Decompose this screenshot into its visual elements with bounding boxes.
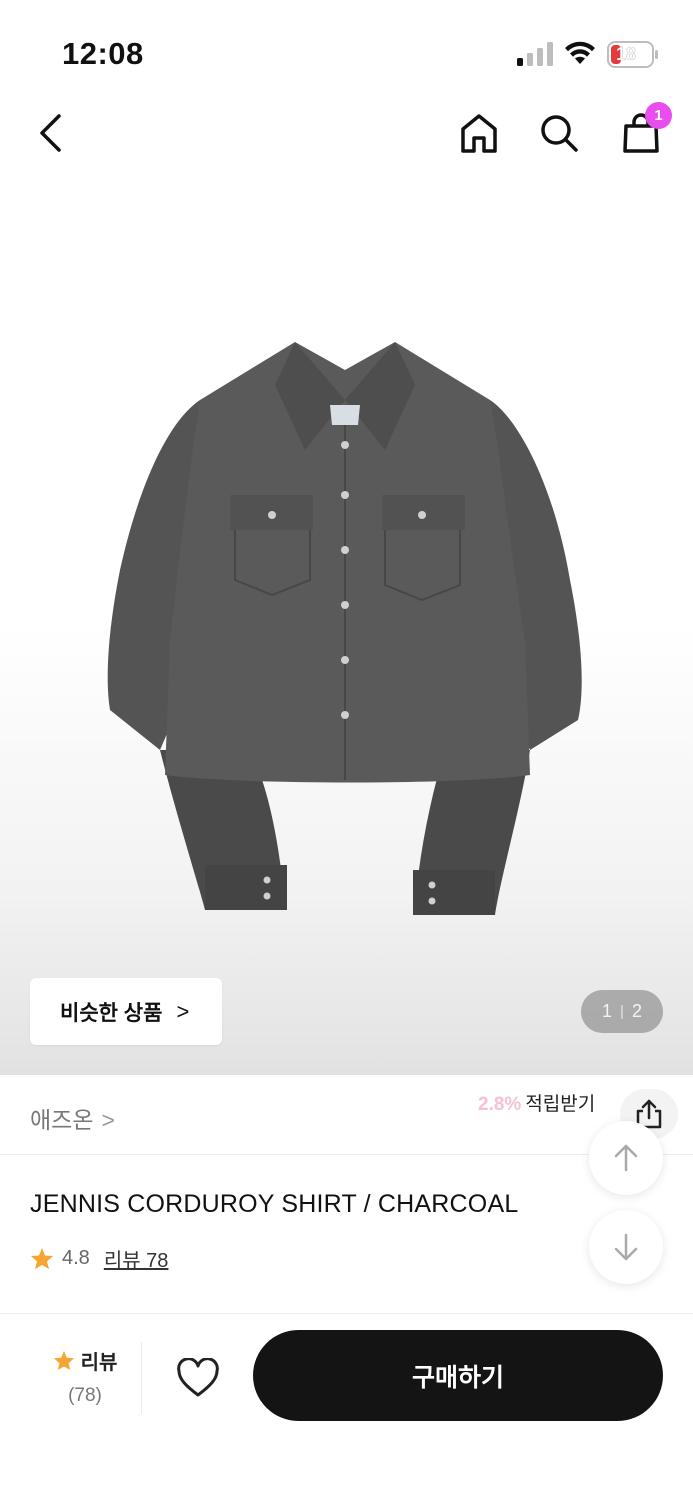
page-separator: |	[620, 1003, 624, 1020]
search-icon	[541, 115, 578, 152]
scroll-down-button[interactable]	[589, 1210, 663, 1284]
product-title: JENNIS CORDUROY SHIRT / CHARCOAL	[30, 1190, 519, 1218]
similar-products-label: 비슷한 상품	[60, 1001, 163, 1025]
review-tab-button[interactable]: 리뷰 (78)	[30, 1346, 140, 1426]
battery-level: 18	[616, 44, 637, 64]
point-percent: 2.8%	[478, 1094, 522, 1115]
star-icon	[31, 1248, 53, 1269]
brand-link[interactable]: 애즈온 >	[30, 1101, 115, 1135]
cellular-signal-icon	[517, 42, 553, 66]
bottom-action-bar: 리뷰 (78) 구매하기	[0, 1314, 693, 1500]
arrow-up-icon	[614, 1144, 638, 1172]
rating-row: 4.8 리뷰 78	[30, 1244, 168, 1273]
battery-indicator: 18	[607, 41, 659, 68]
similar-products-button[interactable]: 비슷한 상품 >	[30, 978, 222, 1045]
product-image-gallery[interactable]: 비슷한 상품 > 1 | 2	[0, 170, 693, 1075]
chevron-right-icon: >	[176, 998, 190, 1024]
scroll-up-button[interactable]	[589, 1121, 663, 1195]
image-page-indicator: 1 | 2	[581, 990, 663, 1033]
current-page: 1	[602, 1001, 613, 1021]
cart-button[interactable]: 1	[616, 102, 672, 158]
buy-button[interactable]: 구매하기	[253, 1330, 663, 1421]
brand-name: 애즈온	[30, 1107, 94, 1133]
point-label: 적립받기	[525, 1094, 596, 1115]
rating-value: 4.8	[62, 1247, 90, 1269]
back-button[interactable]	[28, 108, 72, 158]
wifi-icon	[565, 41, 595, 64]
star-icon	[53, 1350, 74, 1371]
search-button[interactable]	[535, 108, 583, 158]
heart-icon	[177, 1358, 219, 1397]
chevron-right-icon: >	[101, 1107, 115, 1133]
charcoal-corduroy-shirt-image	[107, 342, 582, 915]
review-link[interactable]: 리뷰 78	[104, 1244, 169, 1273]
total-pages: 2	[631, 1001, 642, 1021]
top-nav-bar: 1	[0, 100, 693, 170]
brand-row: 애즈온 > 2.8% 적립받기	[0, 1075, 693, 1155]
review-tab-label: 리뷰	[80, 1352, 118, 1374]
status-time: 12:08	[62, 36, 144, 71]
status-bar: 12:08 18	[0, 0, 693, 100]
home-icon	[461, 114, 497, 153]
cart-count-badge: 1	[645, 102, 672, 129]
home-button[interactable]	[455, 108, 503, 158]
like-button[interactable]	[172, 1352, 224, 1404]
divider	[141, 1342, 142, 1414]
point-reward[interactable]: 2.8% 적립받기	[478, 1089, 595, 1116]
review-count: (78)	[68, 1385, 102, 1406]
chevron-left-icon	[40, 114, 61, 152]
arrow-down-icon	[614, 1233, 638, 1261]
